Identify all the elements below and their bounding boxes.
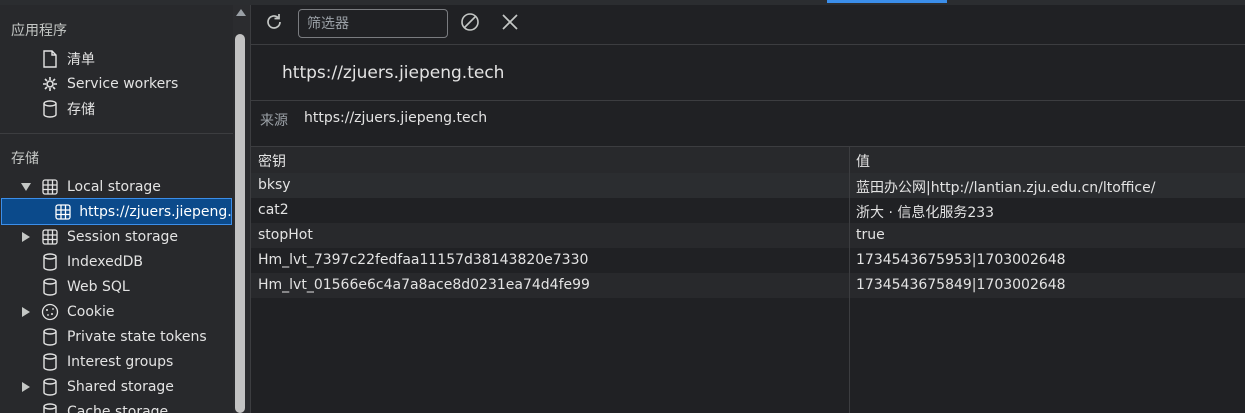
sidebar-item-label: Shared storage xyxy=(67,378,174,395)
table-row[interactable]: cat2 浙大 · 信息化服务233 xyxy=(251,198,1245,223)
sidebar-item-private-state-tokens[interactable]: Private state tokens xyxy=(41,324,207,349)
cell-value: 1734543675849|1703002648 xyxy=(856,277,1066,293)
section-storage: 存储 xyxy=(11,151,39,167)
table-icon xyxy=(41,228,59,246)
expand-right-icon[interactable] xyxy=(20,381,32,392)
sidebar-item-label: Cache storage xyxy=(67,403,169,413)
table-icon xyxy=(54,203,71,221)
sidebar-item-label: Web SQL xyxy=(67,278,130,295)
cell-value: 浙大 · 信息化服务233 xyxy=(856,205,995,221)
column-header-value[interactable]: 值 xyxy=(856,151,870,171)
sidebar-item-local-storage[interactable]: Local storage xyxy=(20,174,161,199)
table-icon xyxy=(41,178,59,196)
block-icon xyxy=(460,12,480,36)
sidebar-item-cookie[interactable]: Cookie xyxy=(20,299,115,324)
sidebar-item-label: 清单 xyxy=(67,51,95,68)
expand-right-icon[interactable] xyxy=(20,231,32,242)
database-icon xyxy=(41,277,59,296)
cell-key: bksy xyxy=(258,177,291,193)
cell-key: stopHot xyxy=(258,227,313,243)
cell-key: Hm_lvt_7397c22fedfaa11157d38143820e7330 xyxy=(258,252,589,268)
cell-value: 1734543675953|1703002648 xyxy=(856,252,1066,268)
database-icon xyxy=(41,402,59,413)
sidebar-item-label: Session storage xyxy=(67,228,179,245)
cell-value: true xyxy=(856,227,885,243)
table-row[interactable]: stopHot true xyxy=(251,223,1245,248)
origin-title: https://zjuers.jiepeng.tech xyxy=(282,63,505,83)
database-icon xyxy=(41,99,59,118)
clear-all-button[interactable] xyxy=(459,13,481,35)
sidebar-item-shared-storage[interactable]: Shared storage xyxy=(20,374,174,399)
refresh-icon xyxy=(264,12,284,36)
source-value: https://zjuers.jiepeng.tech xyxy=(304,110,488,126)
divider xyxy=(251,100,1245,101)
sidebar-item-interest-groups[interactable]: Interest groups xyxy=(41,349,173,374)
sidebar-item-local-storage-origin[interactable]: https://zjuers.jiepeng.t xyxy=(1,198,232,225)
sidebar-item-label: Cookie xyxy=(67,303,115,320)
sidebar-item-web-sql[interactable]: Web SQL xyxy=(41,274,130,299)
sidebar-item-indexeddb[interactable]: IndexedDB xyxy=(41,249,143,274)
database-icon xyxy=(41,327,59,346)
cell-key: Hm_lvt_01566e6c4a7a8ace8d0231ea74d4fe99 xyxy=(258,277,590,293)
table-row[interactable]: Hm_lvt_01566e6c4a7a8ace8d0231ea74d4fe99 … xyxy=(251,273,1245,298)
sidebar-item-label: Service workers xyxy=(67,75,179,92)
column-header-key[interactable]: 密钥 xyxy=(258,151,286,171)
cell-key: cat2 xyxy=(258,202,289,218)
toolbar xyxy=(251,5,1245,45)
active-tab-indicator xyxy=(827,0,947,3)
cookie-icon xyxy=(41,303,59,321)
sidebar-divider xyxy=(0,133,233,134)
expand-right-icon[interactable] xyxy=(20,306,32,317)
close-icon xyxy=(501,13,519,35)
cell-value: 蓝田办公网|http://lantian.zju.edu.cn/ltoffice… xyxy=(856,180,1156,196)
database-icon xyxy=(41,352,59,371)
database-icon xyxy=(41,377,59,396)
sidebar-item-storage[interactable]: 存储 xyxy=(41,96,95,121)
section-application: 应用程序 xyxy=(11,23,67,39)
scroll-thumb[interactable] xyxy=(235,34,245,413)
sidebar-item-label: Interest groups xyxy=(67,353,174,370)
sidebar-item-manifest[interactable]: 清单 xyxy=(41,46,95,71)
sidebar-item-cache-storage[interactable]: Cache storage xyxy=(41,399,168,413)
delete-selected-button[interactable] xyxy=(499,13,521,35)
sidebar-scrollbar[interactable] xyxy=(233,5,250,413)
scroll-up-arrow[interactable] xyxy=(236,9,246,16)
sidebar: 应用程序 清单 Service workers 存储 存储 Local stor… xyxy=(0,5,250,413)
sidebar-item-label: IndexedDB xyxy=(67,253,143,270)
column-divider[interactable] xyxy=(849,146,850,413)
sidebar-item-label: Private state tokens xyxy=(67,328,207,345)
source-label: 来源 xyxy=(260,113,288,129)
sidebar-item-service-workers[interactable]: Service workers xyxy=(41,71,178,96)
storage-pane: https://zjuers.jiepeng.tech 来源 https://z… xyxy=(250,5,1245,413)
sidebar-item-label: Local storage xyxy=(67,178,161,195)
table-row[interactable]: Hm_lvt_7397c22fedfaa11157d38143820e7330 … xyxy=(251,248,1245,273)
refresh-button[interactable] xyxy=(263,13,285,35)
file-icon xyxy=(41,49,59,68)
gear-icon xyxy=(41,75,59,93)
sidebar-item-label: https://zjuers.jiepeng.t xyxy=(79,203,231,220)
table-header: 密钥 值 xyxy=(251,146,1245,174)
table-row[interactable]: bksy 蓝田办公网|http://lantian.zju.edu.cn/lto… xyxy=(251,173,1245,198)
storage-table: 密钥 值 bksy 蓝田办公网|http://lantian.zju.edu.c… xyxy=(251,146,1245,413)
sidebar-item-label: 存储 xyxy=(67,101,95,118)
expand-down-icon[interactable] xyxy=(20,182,32,191)
sidebar-item-session-storage[interactable]: Session storage xyxy=(20,224,178,249)
filter-input[interactable] xyxy=(298,9,448,38)
database-icon xyxy=(41,252,59,271)
